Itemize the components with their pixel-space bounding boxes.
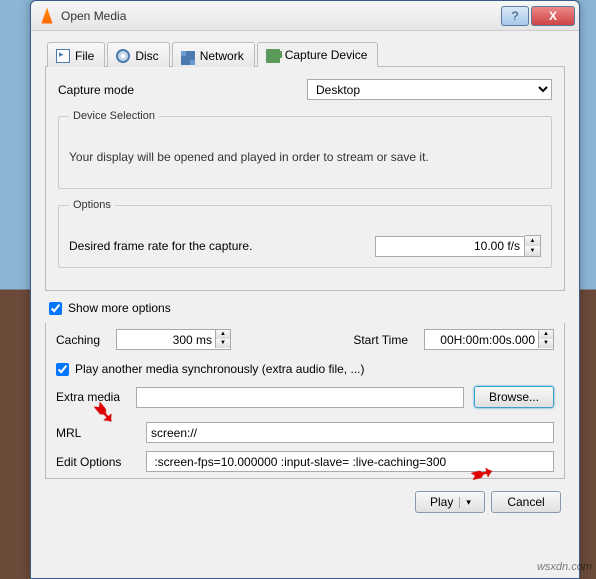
- start-time-input[interactable]: [424, 329, 554, 350]
- capture-device-icon: [266, 49, 280, 63]
- help-button[interactable]: ?: [501, 6, 529, 26]
- cancel-button[interactable]: Cancel: [491, 491, 561, 513]
- play-sync-label: Play another media synchronously (extra …: [75, 362, 364, 376]
- tab-file[interactable]: File: [47, 42, 105, 67]
- caching-input[interactable]: [116, 329, 231, 350]
- show-more-options-label: Show more options: [68, 301, 171, 315]
- options-group: Options Desired frame rate for the captu…: [58, 199, 552, 268]
- edit-options-input[interactable]: [146, 451, 554, 472]
- device-selection-legend: Device Selection: [69, 110, 159, 122]
- spinner-down-icon[interactable]: ▼: [538, 339, 553, 348]
- vlc-cone-icon: [39, 8, 55, 24]
- tab-file-label: File: [75, 49, 94, 63]
- framerate-label: Desired frame rate for the capture.: [69, 239, 252, 253]
- extra-media-label: Extra media: [56, 390, 126, 404]
- tab-network[interactable]: Network: [172, 42, 255, 67]
- watermark: wsxdn.com: [537, 561, 592, 573]
- titlebar[interactable]: Open Media ? X: [31, 1, 579, 31]
- browse-button[interactable]: Browse...: [474, 386, 554, 408]
- tab-disc-label: Disc: [135, 49, 158, 63]
- mrl-input[interactable]: [146, 422, 554, 443]
- caching-spinner[interactable]: ▲ ▼: [215, 330, 230, 348]
- tab-capture-device[interactable]: Capture Device: [257, 42, 379, 67]
- play-sync-checkbox[interactable]: [56, 363, 69, 376]
- window-title: Open Media: [61, 9, 501, 23]
- start-time-spinner[interactable]: ▲ ▼: [538, 330, 553, 348]
- open-media-dialog: Open Media ? X File Disc Network Capture…: [30, 0, 580, 579]
- mrl-label: MRL: [56, 426, 136, 440]
- dialog-footer: Play Cancel: [45, 491, 565, 513]
- tab-capture-label: Capture Device: [285, 48, 368, 62]
- spinner-down-icon[interactable]: ▼: [525, 246, 540, 256]
- framerate-spinner[interactable]: ▲ ▼: [525, 235, 541, 257]
- device-selection-group: Device Selection Your display will be op…: [58, 110, 552, 189]
- spinner-up-icon[interactable]: ▲: [525, 236, 540, 246]
- framerate-input[interactable]: [375, 236, 525, 257]
- show-more-options-checkbox[interactable]: [49, 302, 62, 315]
- tab-bar: File Disc Network Capture Device: [45, 41, 565, 67]
- spinner-up-icon[interactable]: ▲: [215, 330, 230, 339]
- device-selection-note: Your display will be opened and played i…: [69, 130, 541, 178]
- file-icon: [56, 49, 70, 63]
- disc-icon: [116, 49, 130, 63]
- start-time-label: Start Time: [353, 333, 408, 347]
- edit-options-label: Edit Options: [56, 455, 136, 469]
- tab-disc[interactable]: Disc: [107, 42, 169, 67]
- options-legend: Options: [69, 199, 115, 211]
- close-button[interactable]: X: [531, 6, 575, 26]
- play-button[interactable]: Play: [415, 491, 485, 513]
- tab-network-label: Network: [200, 49, 244, 63]
- spinner-down-icon[interactable]: ▼: [215, 339, 230, 348]
- more-options-panel: Caching ▲ ▼ Start Time ▲ ▼: [45, 323, 565, 479]
- caching-label: Caching: [56, 333, 106, 347]
- capture-panel: Capture mode Desktop Device Selection Yo…: [45, 67, 565, 291]
- spinner-up-icon[interactable]: ▲: [538, 330, 553, 339]
- capture-mode-select[interactable]: Desktop: [307, 79, 552, 100]
- extra-media-input[interactable]: [136, 387, 464, 408]
- capture-mode-label: Capture mode: [58, 83, 134, 97]
- network-icon: [181, 51, 195, 65]
